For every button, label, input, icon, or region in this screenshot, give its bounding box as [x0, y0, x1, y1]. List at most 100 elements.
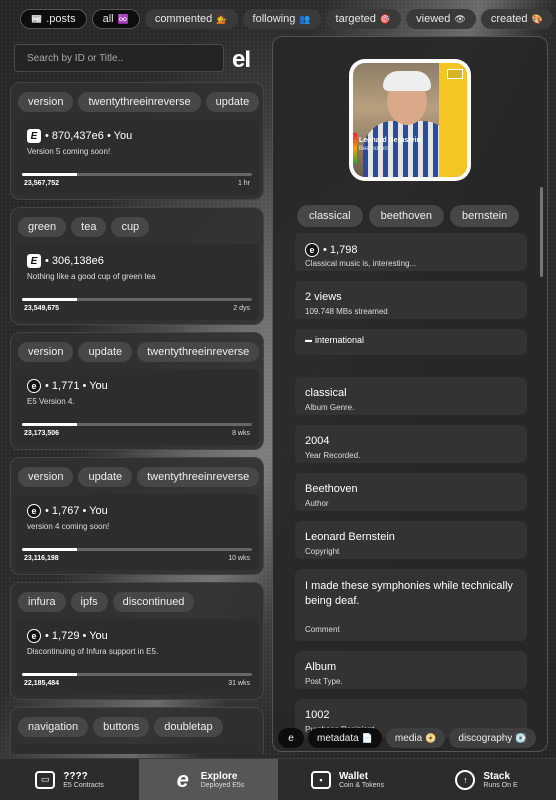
post-time: 31 wks [228, 680, 250, 687]
post-card[interactable]: infura ipfs discontinued e • 1,729 • You Di… [10, 582, 264, 700]
filter-posts[interactable]: 📰 .posts [20, 9, 87, 29]
post-time: 1 hr [237, 180, 250, 187]
post-card[interactable]: navigationbuttonsdoubletap e• 1,690 • Yo… [10, 707, 264, 754]
stack-icon: ↑ [455, 769, 476, 790]
tag-chip[interactable]: bernstein [449, 205, 520, 227]
e-logo: eI [232, 46, 251, 73]
tag-chip[interactable]: version [18, 92, 74, 112]
post-progress-bar [22, 423, 252, 426]
tag-chip[interactable]: infura [18, 592, 66, 612]
tag-row: navigation buttons doubletap [18, 717, 223, 737]
person-tipping-icon: 💁 [216, 13, 228, 24]
author-avatar-icon: e [27, 379, 41, 393]
filter-created[interactable]: created 🎨 [480, 9, 553, 29]
author-avatar-icon: e [27, 629, 41, 643]
post-progress-bar [22, 298, 252, 301]
filter-following[interactable]: following 👥 [242, 9, 321, 29]
filter-all[interactable]: all ♾️ [91, 9, 140, 29]
tag-chip[interactable]: twentythreeinreverse [137, 467, 260, 487]
tag-chip[interactable]: version [18, 467, 74, 487]
post-body: e• 1,690 • You [15, 744, 259, 754]
detail-panel: Leonard Bernstein Beethoven classical be… [272, 36, 548, 752]
post-count: 23,549,675 [24, 305, 60, 312]
metadata-item: e • 1,798 Classical music is, interesting.… [295, 233, 527, 271]
post-card[interactable]: version twentythreeinreverse update E • 870… [10, 82, 264, 200]
metadata-value: Leonard Bernstein [305, 531, 395, 543]
nav-contracts[interactable]: ▭ ???? E5 Contracts [0, 759, 139, 800]
metadata-item: classical Album Genre. [295, 377, 527, 415]
filter-commented[interactable]: commented 💁 [144, 9, 238, 29]
metadata-value: Beethoven [305, 483, 358, 495]
metadata-item: 2004 Year Recorded. [295, 425, 527, 463]
metadata-value: Album [305, 661, 337, 673]
tag-chip[interactable]: update [78, 342, 133, 362]
tag-chip[interactable]: doubletap [154, 717, 223, 737]
metadata-value: 1002 [305, 709, 330, 721]
post-body: e • 1,767 • You version 4 coming soon! 23… [15, 494, 259, 570]
tag-chip[interactable]: update [78, 467, 133, 487]
tab-discography[interactable]: discography 💽 [449, 728, 536, 748]
tag-chip[interactable]: ipfs [70, 592, 108, 612]
post-time: 2 dys [233, 305, 250, 312]
label-logo [447, 69, 463, 79]
post-text: E5 Version 4. [27, 397, 75, 406]
post-body: e • 1,729 • You Discontinuing of Infura s… [15, 619, 259, 695]
tag-chip[interactable]: buttons [93, 717, 150, 737]
detail-tags: classical beethoven bernstein [297, 205, 520, 227]
tag-chip[interactable]: cup [111, 217, 150, 237]
tag-chip[interactable]: classical [297, 205, 363, 227]
metadata-label: Year Recorded. [305, 451, 361, 460]
post-count: 22,185,484 [24, 680, 60, 687]
scrollbar[interactable] [540, 187, 543, 277]
search-input[interactable] [14, 44, 224, 72]
tag-chip[interactable]: beethoven [368, 205, 444, 227]
post-card[interactable]: version update twentythreeinreverse e • 1,7… [10, 457, 264, 575]
post-count: 23,116,198 [24, 555, 59, 562]
tag-chip[interactable]: twentythreeinreverse [78, 92, 201, 112]
tab-metadata[interactable]: metadata 📄 [308, 728, 382, 748]
palette-icon: 🎨 [531, 13, 543, 24]
tag-chip[interactable]: green [18, 217, 67, 237]
briefcase-icon: ▭ [35, 770, 56, 789]
wallet-icon: ▪ [310, 770, 331, 789]
post-feed[interactable]: version twentythreeinreverse update E • 870… [10, 82, 264, 754]
post-card[interactable]: green tea cup E • 306,138e6 Nothing like a … [10, 207, 264, 325]
post-author: e • 1,729 • You [27, 629, 108, 643]
metadata-item: Leonard Bernstein Copyright [295, 521, 527, 559]
tag-chip[interactable]: version [18, 342, 74, 362]
tag-chip[interactable]: navigation [18, 717, 89, 737]
post-count: 23,567,752 [24, 180, 60, 187]
metadata-item: Album Post Type. [295, 651, 527, 689]
progress-fill [22, 298, 78, 301]
tag-chip[interactable]: discontinued [112, 592, 195, 612]
nav-wallet[interactable]: ▪ Wallet Coin & Tokens [278, 759, 417, 800]
tag-chip[interactable]: tea [71, 217, 107, 237]
detail-tabs: e metadata 📄 media 📀 discography 💽 [278, 728, 544, 750]
filter-viewed[interactable]: viewed 👁 [406, 9, 476, 29]
document-icon: 📄 [361, 732, 373, 743]
tab-media[interactable]: media 📀 [385, 728, 446, 748]
post-text: Version 5 coming soon! [27, 147, 111, 156]
progress-fill [22, 173, 78, 176]
bottom-navigation: ▭ ???? E5 Contracts e Explore Deployed E5s… [0, 758, 556, 800]
nav-explore[interactable]: e Explore Deployed E5s [139, 759, 278, 800]
post-author: E • 870,437e6 • You [27, 129, 132, 143]
metadata-label: Classical music is, interesting... [305, 259, 417, 268]
author-avatar-icon: E [27, 129, 41, 143]
post-author: e • 1,767 • You [27, 504, 108, 518]
tag-chip[interactable]: update [205, 92, 260, 112]
post-card[interactable]: version update twentythreeinreverse e • 1,7… [10, 332, 264, 450]
infinity-icon: ♾️ [117, 13, 129, 24]
cover-title: Leonard Bernstein [359, 137, 421, 144]
post-text: Nothing like a good cup of green tea [27, 272, 156, 281]
metadata-item: ▬ international [295, 329, 527, 355]
nav-stack[interactable]: ↑ Stack Runs On E [417, 759, 556, 800]
tag-chip[interactable]: twentythreeinreverse [137, 342, 260, 362]
tab-e[interactable]: e [278, 728, 304, 748]
disc-icon: 📀 [425, 732, 437, 743]
metadata-value: classical [305, 387, 347, 399]
tag-row: version twentythreeinreverse update [18, 92, 260, 112]
tag-row: infura ipfs discontinued [18, 592, 195, 612]
filter-targeted[interactable]: targeted 🎯 [325, 9, 402, 29]
author-avatar-icon: e [27, 504, 41, 518]
